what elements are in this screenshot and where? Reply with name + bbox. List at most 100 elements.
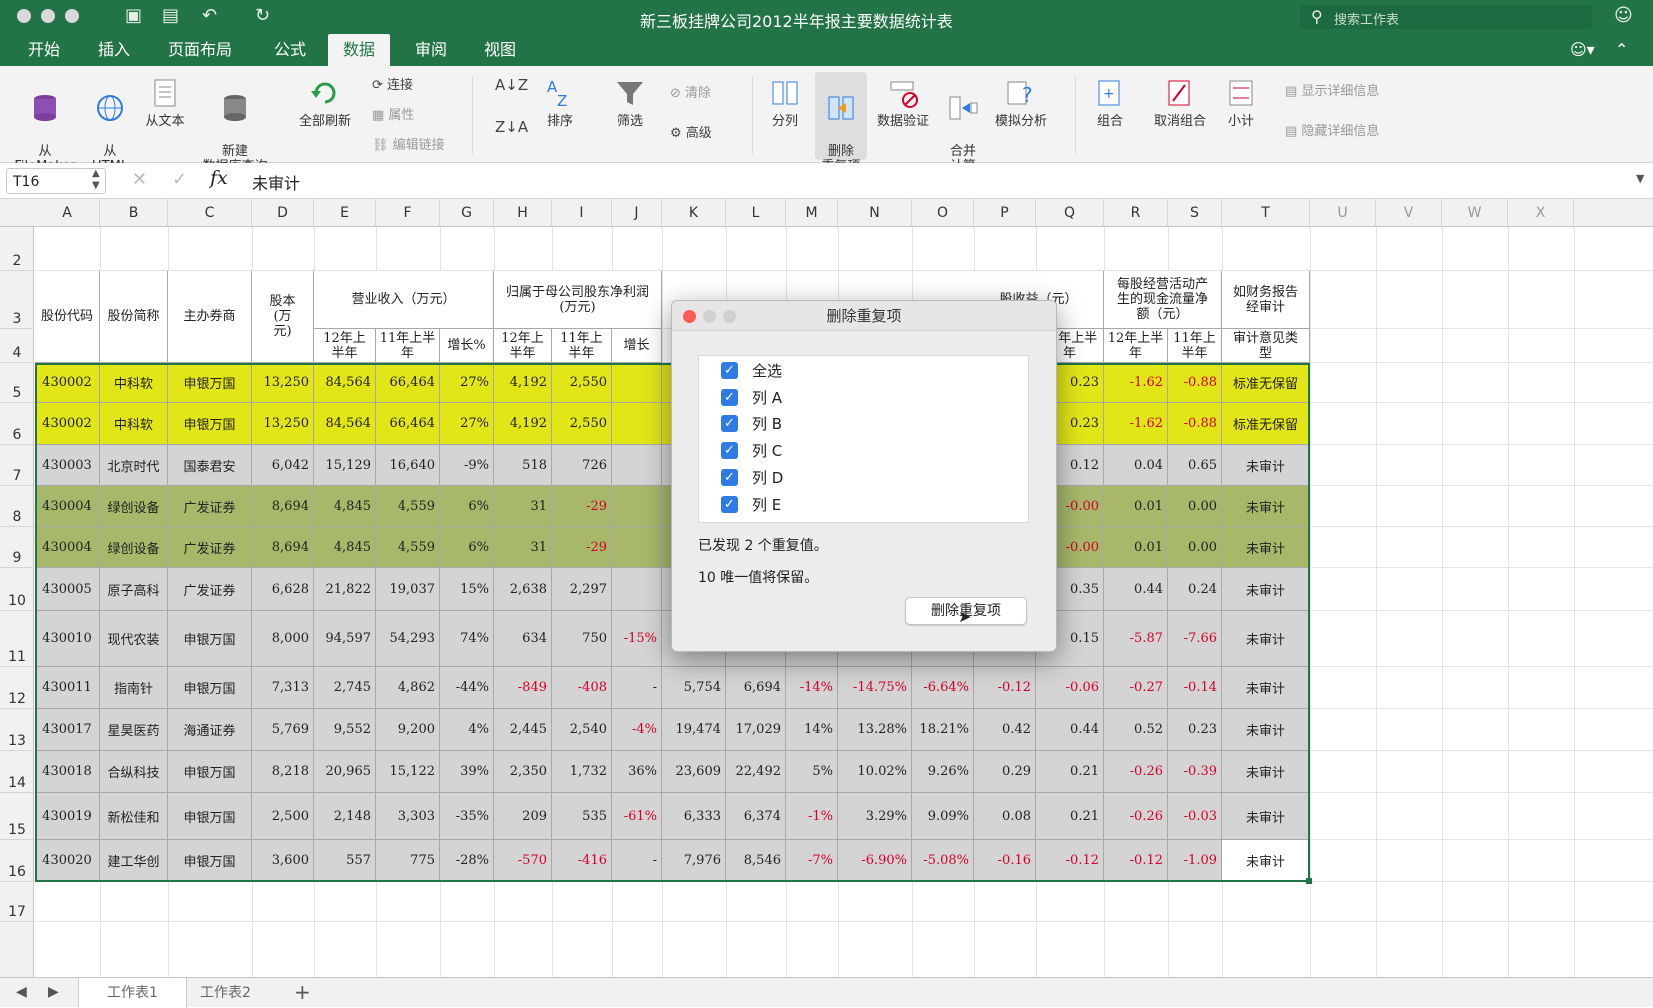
table-cell[interactable]: 15,122 [376,751,440,793]
table-cell[interactable]: 建工华创 [100,840,168,882]
header-revenue-h12[interactable]: 12年上 半年 [314,329,376,363]
table-cell[interactable]: 0.21 [1036,751,1104,793]
table-cell[interactable]: 19,037 [376,568,440,611]
column-header[interactable]: Q [1036,199,1104,227]
table-cell[interactable] [612,445,662,486]
table-cell[interactable]: 10.02% [838,751,912,793]
from-filemaker-button[interactable]: 从 FileMaker [10,76,80,174]
checkbox-column-a[interactable]: ✓ 列 A [721,384,782,410]
header-profit-h11[interactable]: 11年上 半年 [552,329,612,363]
tab-insert[interactable]: 插入 [88,34,140,66]
table-cell[interactable]: 518 [494,445,552,486]
table-cell[interactable]: 430017 [35,709,100,751]
table-cell[interactable]: 15% [440,568,494,611]
table-cell[interactable]: -14% [786,667,838,709]
table-cell[interactable]: 未审计 [1222,793,1310,840]
table-cell[interactable]: 2,550 [552,403,612,445]
table-cell[interactable]: -0.88 [1168,403,1222,445]
table-cell[interactable]: -9% [440,445,494,486]
row-header[interactable]: 2 [0,227,34,271]
table-cell[interactable]: 5% [786,751,838,793]
table-cell[interactable]: 8,218 [252,751,314,793]
table-cell[interactable]: 7,313 [252,667,314,709]
header-profit-growth[interactable]: 增长 [612,329,662,363]
table-cell[interactable]: 13,250 [252,363,314,403]
table-cell[interactable]: 27% [440,403,494,445]
table-cell[interactable]: 未审计 [1222,527,1310,568]
table-cell[interactable]: 6,374 [726,793,786,840]
table-cell[interactable]: 430019 [35,793,100,840]
table-cell[interactable]: 4,192 [494,403,552,445]
sort-descending-button[interactable]: Z↓A [495,118,528,136]
table-cell[interactable]: -28% [440,840,494,882]
table-cell[interactable]: 0.08 [974,793,1036,840]
table-cell[interactable]: 原子高科 [100,568,168,611]
table-cell[interactable]: 14% [786,709,838,751]
table-cell[interactable]: 3,600 [252,840,314,882]
table-cell[interactable]: -5.08% [912,840,974,882]
collapse-ribbon-icon[interactable]: ⌃ [1605,34,1638,66]
header-capital[interactable]: 股本 (万 元) [252,271,314,363]
close-window-button[interactable] [17,9,31,23]
table-cell[interactable]: -0.03 [1168,793,1222,840]
column-header[interactable]: F [376,199,440,227]
table-cell[interactable]: -0.26 [1104,793,1168,840]
row-header[interactable]: 9 [0,527,34,568]
table-cell[interactable]: -35% [440,793,494,840]
table-cell[interactable] [612,568,662,611]
table-cell[interactable]: 0.52 [1104,709,1168,751]
table-cell[interactable]: -0.39 [1168,751,1222,793]
table-cell[interactable]: 申银万国 [168,840,252,882]
header-revenue-h11[interactable]: 11年上半 年 [376,329,440,363]
table-cell[interactable]: 430004 [35,486,100,527]
table-cell[interactable] [612,363,662,403]
table-cell[interactable]: 0.29 [974,751,1036,793]
row-header[interactable]: 7 [0,445,34,486]
table-cell[interactable]: 海通证券 [168,709,252,751]
header-cashflow-h12[interactable]: 12年上半 年 [1104,329,1168,363]
table-cell[interactable]: 31 [494,486,552,527]
table-cell[interactable]: 430005 [35,568,100,611]
table-cell[interactable]: 23,609 [662,751,726,793]
row-header[interactable]: 10 [0,568,34,611]
table-cell[interactable]: 3,303 [376,793,440,840]
header-stock-code[interactable]: 股份代码 [35,271,100,363]
table-cell[interactable]: 广发证券 [168,568,252,611]
row-header[interactable]: 17 [0,882,34,922]
row-header[interactable]: 12 [0,667,34,709]
header-profit-h12[interactable]: 12年上 半年 [494,329,552,363]
table-cell[interactable]: 4,845 [314,486,376,527]
table-cell[interactable]: -61% [612,793,662,840]
checkbox-column-d[interactable]: ✓ 列 D [721,464,783,490]
table-cell[interactable]: 标准无保留 [1222,363,1310,403]
table-cell[interactable]: -0.12 [974,667,1036,709]
table-cell[interactable]: 合纵科技 [100,751,168,793]
row-header[interactable]: 8 [0,486,34,527]
table-cell[interactable]: -29 [552,527,612,568]
tab-home[interactable]: 开始 [18,34,70,66]
table-cell[interactable]: 未审计 [1222,611,1310,667]
advanced-filter-button[interactable]: ⚙ 高级 [670,122,712,141]
table-cell[interactable]: -1.62 [1104,403,1168,445]
redo-icon[interactable]: ↻ [255,5,270,26]
table-cell[interactable]: 9.09% [912,793,974,840]
table-cell[interactable]: 66,464 [376,363,440,403]
subtotal-button[interactable]: 小计 [1218,76,1264,129]
column-header[interactable]: X [1508,199,1574,227]
table-cell[interactable]: 现代农装 [100,611,168,667]
dialog-close-button[interactable] [683,310,696,323]
table-cell[interactable]: 指南针 [100,667,168,709]
table-cell[interactable]: 9,552 [314,709,376,751]
from-text-button[interactable]: 从文本 [140,76,190,129]
table-cell[interactable]: 4,192 [494,363,552,403]
table-cell[interactable]: 2,148 [314,793,376,840]
table-cell[interactable]: 2,638 [494,568,552,611]
save-icon[interactable]: ▤ [162,5,179,26]
row-header[interactable]: 4 [0,329,34,363]
table-cell[interactable]: 4,559 [376,527,440,568]
table-cell[interactable]: 未审计 [1222,751,1310,793]
column-header[interactable]: N [838,199,912,227]
table-cell[interactable]: -14.75% [838,667,912,709]
insert-function-icon[interactable]: fx [210,167,228,189]
zoom-window-button[interactable] [65,9,79,23]
